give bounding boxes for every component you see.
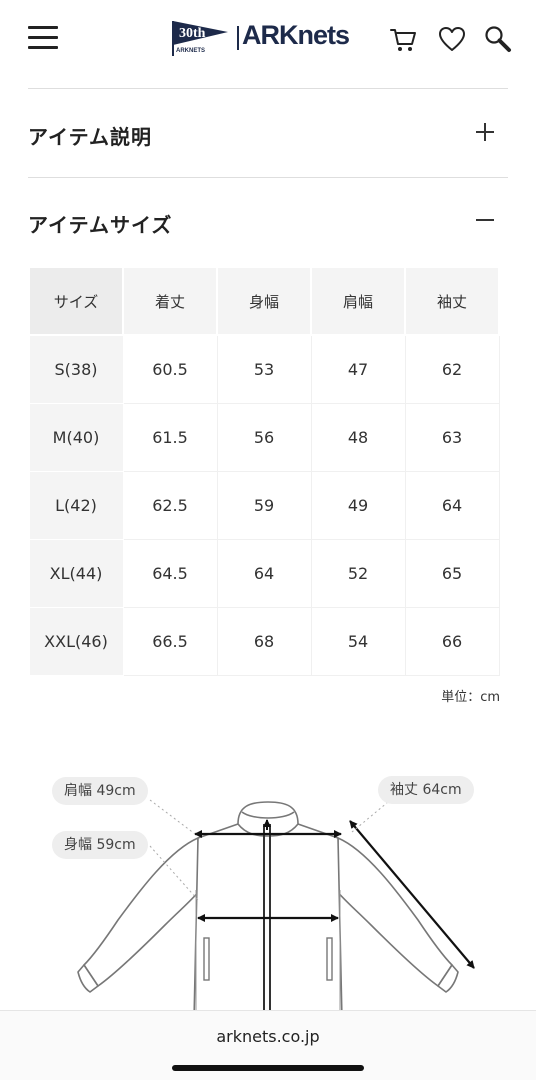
table-row: XL(44) 64.5 64 52 65 — [28, 538, 500, 608]
size-cell: S(38) — [28, 334, 124, 404]
size-table: サイズ 着丈 身幅 肩幅 袖丈 S(38) 60.5 53 47 62 M(40… — [28, 266, 500, 676]
cart-icon[interactable] — [388, 24, 418, 54]
chest-width-label: 身幅 59cm — [52, 831, 148, 859]
measurement-diagram: 肩幅 49cm 身幅 59cm 袖丈 64cm — [0, 760, 536, 1020]
browser-address-bar[interactable]: arknets.co.jp — [0, 1010, 536, 1080]
svg-text:30th: 30th — [179, 26, 206, 41]
plus-icon — [476, 123, 494, 141]
table-cell: 47 — [310, 334, 406, 404]
table-cell: 59 — [216, 470, 312, 540]
table-row: M(40) 61.5 56 48 63 — [28, 402, 500, 472]
section-title: アイテムサイズ — [28, 213, 173, 237]
table-row: L(42) 62.5 59 49 64 — [28, 470, 500, 540]
shoulder-width-label: 肩幅 49cm — [52, 777, 148, 805]
table-cell: 60.5 — [122, 334, 218, 404]
divider — [28, 177, 508, 178]
header-size: サイズ — [28, 266, 124, 336]
sleeve-length-label: 袖丈 64cm — [378, 776, 474, 804]
section-title: アイテム説明 — [28, 125, 152, 149]
logo-divider — [237, 26, 239, 50]
table-cell: 48 — [310, 402, 406, 472]
table-cell: 62 — [404, 334, 500, 404]
svg-text:ARKNETS: ARKNETS — [176, 48, 205, 54]
minus-icon — [476, 211, 494, 229]
table-cell: 64.5 — [122, 538, 218, 608]
table-cell: 54 — [310, 606, 406, 676]
table-header-row: サイズ 着丈 身幅 肩幅 袖丈 — [28, 266, 500, 336]
search-icon[interactable] — [482, 24, 512, 54]
size-cell: XXL(46) — [28, 606, 124, 676]
header-shoulder: 肩幅 — [310, 266, 406, 336]
table-cell: 64 — [404, 470, 500, 540]
table-cell: 49 — [310, 470, 406, 540]
table-cell: 68 — [216, 606, 312, 676]
header-chest: 身幅 — [216, 266, 312, 336]
divider — [28, 88, 508, 89]
home-indicator[interactable] — [172, 1065, 364, 1071]
table-cell: 64 — [216, 538, 312, 608]
table-row: S(38) 60.5 53 47 62 — [28, 334, 500, 404]
table-cell: 52 — [310, 538, 406, 608]
table-cell: 66.5 — [122, 606, 218, 676]
size-cell: XL(44) — [28, 538, 124, 608]
table-cell: 53 — [216, 334, 312, 404]
header-sleeve: 袖丈 — [404, 266, 500, 336]
url-text[interactable]: arknets.co.jp — [0, 1027, 536, 1046]
table-cell: 61.5 — [122, 402, 218, 472]
heart-icon[interactable] — [437, 24, 467, 54]
anniversary-flag-logo: 30th ARKNETS — [172, 21, 228, 56]
unit-label: 単位：cm — [441, 690, 500, 705]
site-logo[interactable]: 30th ARKNETS ARKnets — [170, 18, 370, 58]
table-cell: 62.5 — [122, 470, 218, 540]
size-cell: M(40) — [28, 402, 124, 472]
table-row: XXL(46) 66.5 68 54 66 — [28, 606, 500, 676]
size-cell: L(42) — [28, 470, 124, 540]
table-cell: 56 — [216, 402, 312, 472]
item-size-toggle[interactable]: アイテムサイズ — [28, 201, 508, 241]
site-header: 30th ARKNETS ARKnets — [0, 0, 536, 80]
header-length: 着丈 — [122, 266, 218, 336]
item-description-toggle[interactable]: アイテム説明 — [28, 113, 508, 153]
table-cell: 63 — [404, 402, 500, 472]
brand-name: ARKnets — [242, 20, 350, 50]
menu-icon[interactable] — [28, 26, 58, 50]
table-cell: 66 — [404, 606, 500, 676]
table-cell: 65 — [404, 538, 500, 608]
